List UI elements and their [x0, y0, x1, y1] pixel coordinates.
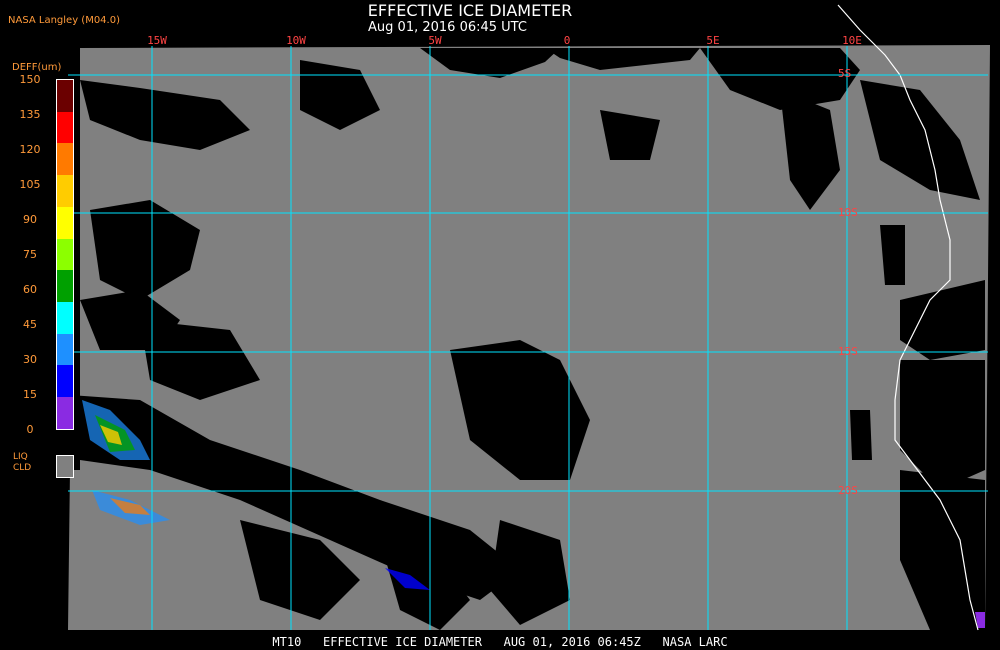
longitude-label: 5W	[428, 34, 442, 47]
legend-tick-label: 45	[23, 318, 37, 331]
longitude-label: 15W	[147, 34, 167, 47]
color-scale-segment	[57, 302, 73, 334]
latitude-label: 5S	[838, 67, 852, 80]
liq-label: LIQ	[13, 452, 28, 462]
footer-caption: MT10 EFFECTIVE ICE DIAMETER AUG 01, 2016…	[272, 635, 728, 649]
cld-label: CLD	[13, 463, 32, 473]
legend-tick-label: 30	[23, 353, 37, 366]
color-scale-segment	[57, 175, 73, 207]
legend-tick-label: 120	[19, 143, 41, 156]
chart-title: EFFECTIVE ICE DIAMETER	[367, 1, 573, 20]
legend-tick-label: 105	[19, 178, 41, 191]
latitude-label: 15S	[838, 345, 858, 358]
legend-tick-label: 0	[26, 423, 34, 436]
latitude-label: 10S	[838, 206, 858, 219]
legend-title: DEFF(um)	[12, 62, 62, 73]
color-scale-segment	[57, 238, 73, 271]
color-scale-segment	[57, 143, 73, 176]
color-scale-segment	[57, 333, 73, 366]
source-label: NASA Langley (M04.0)	[8, 15, 120, 26]
longitude-label: 0	[563, 34, 571, 47]
legend-tick-label: 15	[23, 388, 37, 401]
legend-tick-label: 60	[23, 283, 37, 296]
longitude-label: 5E	[706, 34, 720, 47]
legend-tick-label: 135	[19, 108, 41, 121]
legend-tick-label: 150	[19, 73, 41, 86]
latitude-label: 20S	[838, 484, 858, 497]
longitude-label: 10W	[286, 34, 306, 47]
color-scale-segment	[57, 397, 73, 429]
color-scale-segment	[57, 365, 73, 398]
chart-subtitle: Aug 01, 2016 06:45 UTC	[368, 20, 527, 35]
color-scale-segment	[57, 80, 73, 112]
liquid-cloud-label: LIQ CLD	[13, 452, 31, 474]
satellite-map	[68, 4, 990, 631]
color-scale-segment	[57, 111, 73, 144]
color-scale-segment	[57, 270, 73, 303]
legend-tick-label: 90	[23, 213, 37, 226]
longitude-label: 10E	[842, 34, 862, 47]
color-scale-segment	[57, 206, 73, 239]
legend-tick-label: 75	[23, 248, 37, 261]
color-scale-bar	[56, 79, 74, 430]
liquid-cloud-swatch	[56, 455, 74, 478]
